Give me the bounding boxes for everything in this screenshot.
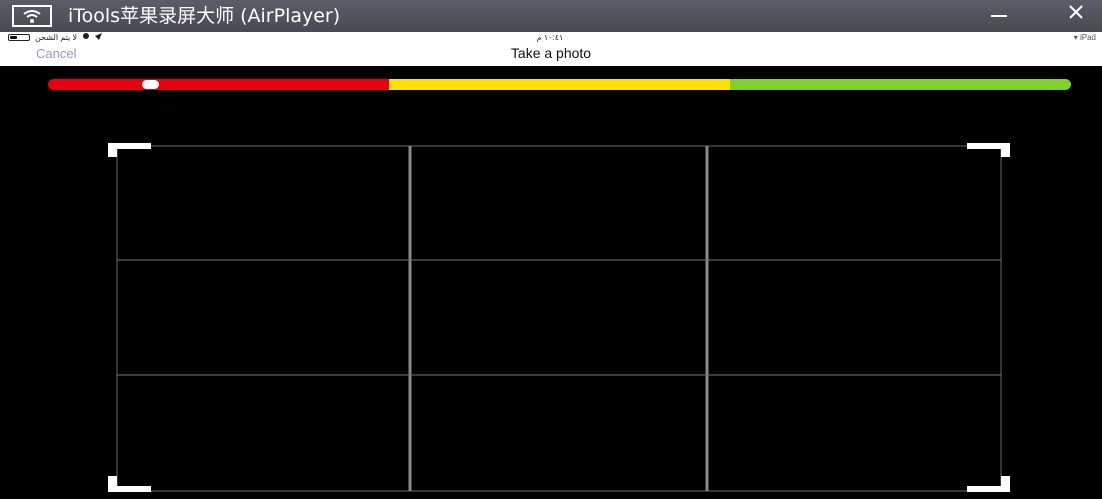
- minimize-icon: [991, 5, 1007, 23]
- battery-level: [10, 36, 17, 39]
- status-bar: لا يتم الشحن ١٠:٤١ م ▾ iPad: [0, 32, 1102, 43]
- battery-icon: [8, 34, 30, 41]
- crop-corner-bottom-right[interactable]: [967, 476, 1010, 492]
- charging-status: لا يتم الشحن: [35, 33, 78, 42]
- status-time: ١٠:٤١ م: [536, 33, 564, 42]
- close-icon: [1069, 4, 1083, 24]
- status-left: لا يتم الشحن: [8, 32, 103, 43]
- camera-viewfinder[interactable]: [0, 66, 1102, 499]
- location-icon: [82, 32, 90, 43]
- device-name: iPad: [1079, 33, 1096, 42]
- crop-corner-bottom-left[interactable]: [108, 476, 151, 492]
- cancel-button[interactable]: Cancel: [36, 46, 76, 61]
- crop-frame[interactable]: [0, 66, 1102, 499]
- status-right: ▾ iPad: [1074, 32, 1096, 43]
- close-button[interactable]: [1052, 0, 1100, 28]
- minimize-button[interactable]: [975, 0, 1023, 28]
- crop-corner-top-right[interactable]: [967, 143, 1010, 157]
- screen-mirror-icon: [12, 5, 52, 27]
- window-title: iTools苹果录屏大师 (AirPlayer): [68, 5, 341, 27]
- crop-border: [116, 145, 1002, 492]
- nav-bar: Take a photo Cancel: [0, 43, 1102, 66]
- title-bar: iTools苹果录屏大师 (AirPlayer): [0, 0, 1102, 32]
- wifi-icon: ▾: [1073, 33, 1078, 42]
- app-window: iTools苹果录屏大师 (AirPlayer) لا يتم الشحن ١٠…: [0, 0, 1102, 499]
- page-title: Take a photo: [510, 45, 592, 61]
- arrow-icon: [95, 32, 103, 43]
- crop-corner-top-left[interactable]: [108, 143, 151, 157]
